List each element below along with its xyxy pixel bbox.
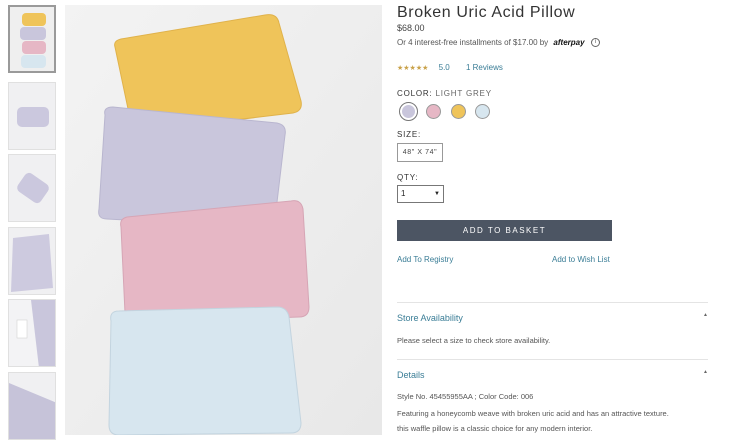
divider xyxy=(397,359,708,360)
product-price: $68.00 xyxy=(397,23,425,33)
details-description-1: Featuring a honeycomb weave with broken … xyxy=(397,409,669,418)
swatch-yellow[interactable] xyxy=(451,104,466,119)
star-rating-icon: ★★★★★ xyxy=(397,65,429,72)
chevron-up-icon[interactable]: ▲ xyxy=(703,369,708,375)
afterpay-line: Or 4 interest-free installments of $17.0… xyxy=(397,38,600,48)
details-header[interactable]: Details xyxy=(397,370,425,380)
rating-value: 5.0 xyxy=(438,63,450,72)
info-circle-icon[interactable]: i xyxy=(590,38,600,48)
details-description-2: this waffle pillow is a classic choice f… xyxy=(397,424,593,433)
qty-label: QTY: xyxy=(397,173,419,182)
color-selected-value: LIGHT GREY xyxy=(435,89,492,98)
add-to-registry-link[interactable]: Add To Registry xyxy=(397,255,453,264)
rating-row: ★★★★★ 5.0 1 Reviews xyxy=(397,63,503,72)
chevron-down-icon: ▼ xyxy=(434,191,440,197)
afterpay-logo: afterpay xyxy=(553,38,585,47)
add-to-wishlist-link[interactable]: Add to Wish List xyxy=(552,255,610,264)
thumbnail-4[interactable] xyxy=(8,227,56,295)
thumbnail-6[interactable] xyxy=(8,372,56,440)
details-style-line: Style No. 45455955AA ; Color Code: 006 xyxy=(397,392,534,401)
size-option-button[interactable]: 48" X 74" xyxy=(397,143,443,162)
quantity-value: 1 xyxy=(401,189,406,198)
thumbnail-2[interactable] xyxy=(8,82,56,150)
swatch-light-blue[interactable] xyxy=(475,104,490,119)
chevron-up-icon[interactable]: ▲ xyxy=(703,312,708,318)
quantity-select[interactable]: 1 ▼ xyxy=(397,185,444,203)
thumbnail-3[interactable] xyxy=(8,154,56,222)
divider xyxy=(397,302,708,303)
thumbnail-1[interactable] xyxy=(8,5,56,73)
installments-text: Or 4 interest-free installments of $17.0… xyxy=(397,38,549,47)
swatch-pink[interactable] xyxy=(426,104,441,119)
swatch-lavender[interactable] xyxy=(399,102,418,121)
store-availability-header[interactable]: Store Availability xyxy=(397,313,463,323)
pillow-stack-illustration xyxy=(65,5,382,435)
product-title: Broken Uric Acid Pillow xyxy=(397,4,576,21)
thumbnail-5[interactable] xyxy=(8,299,56,367)
color-label-row: COLOR: LIGHT GREY xyxy=(397,89,492,98)
store-availability-text: Please select a size to check store avai… xyxy=(397,336,551,345)
main-product-image xyxy=(65,5,382,435)
color-label: COLOR: xyxy=(397,89,433,98)
reviews-link[interactable]: 1 Reviews xyxy=(466,63,503,72)
add-to-basket-button[interactable]: ADD TO BASKET xyxy=(397,220,612,241)
size-label: SIZE: xyxy=(397,130,422,139)
